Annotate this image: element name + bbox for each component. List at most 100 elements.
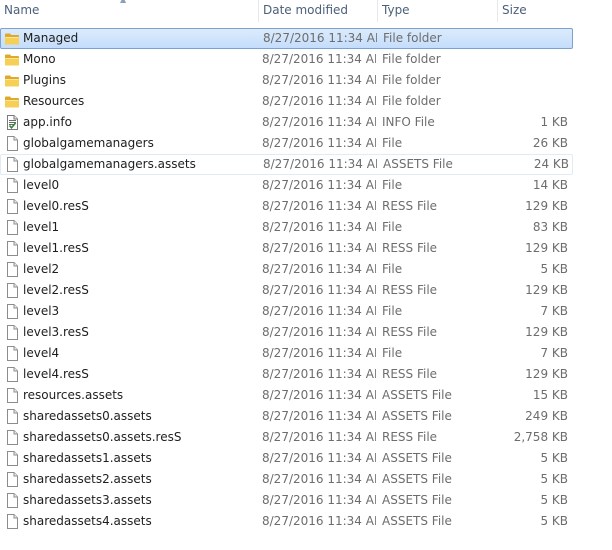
file-icon (4, 430, 20, 445)
file-size: 26 KB (532, 136, 568, 150)
file-icon (4, 514, 20, 529)
file-name: resources.assets (23, 388, 124, 402)
file-type: File folder (382, 52, 441, 66)
file-type: ASSETS File (382, 409, 452, 423)
file-name: sharedassets0.assets.resS (23, 430, 182, 444)
file-type: ASSETS File (382, 493, 452, 507)
file-row[interactable]: level4 8/27/2016 11:34 AM File 7 KB (0, 343, 573, 364)
folder-icon (4, 73, 20, 88)
file-row[interactable]: app.info 8/27/2016 11:34 AM INFO File 1 KB (0, 112, 573, 133)
file-icon (4, 241, 20, 256)
file-name: level2.resS (23, 283, 89, 297)
file-size: 5 KB (540, 451, 568, 465)
date-modified: 8/27/2016 11:34 AM (262, 199, 376, 213)
file-type: INFO File (382, 115, 435, 129)
file-size: 15 KB (532, 388, 568, 402)
date-modified: 8/27/2016 11:34 AM (262, 115, 376, 129)
file-name: level0 (23, 178, 60, 192)
date-modified: 8/27/2016 11:34 AM (262, 472, 376, 486)
file-type: ASSETS File (382, 388, 452, 402)
date-modified: 8/27/2016 11:34 AM (262, 241, 376, 255)
column-header-type[interactable]: Type (377, 0, 496, 22)
file-name: level3 (23, 304, 60, 318)
file-row[interactable]: sharedassets2.assets 8/27/2016 11:34 AM AS… (0, 469, 573, 490)
file-row[interactable]: sharedassets0.assets.resS 8/27/2016 11:34… (0, 427, 573, 448)
date-modified: 8/27/2016 11:34 AM (262, 514, 376, 528)
file-size: 7 KB (540, 304, 568, 318)
file-icon (4, 409, 20, 424)
info-file-icon (4, 115, 20, 130)
file-type: File (382, 262, 403, 276)
file-icon (4, 262, 20, 277)
file-type: ASSETS File (383, 157, 453, 171)
file-row[interactable]: sharedassets0.assets 8/27/2016 11:34 AM AS… (0, 406, 573, 427)
file-size: 129 KB (525, 283, 568, 297)
date-modified: 8/27/2016 11:34 AM (262, 262, 376, 276)
file-row[interactable]: globalgamemanagers.assets 8/27/2016 11:34… (0, 154, 573, 175)
file-type: RESS File (382, 367, 438, 381)
file-type: RESS File (382, 283, 438, 297)
date-modified: 8/27/2016 11:34 AM (263, 157, 377, 171)
file-name: Managed (23, 31, 79, 45)
file-name: Resources (23, 94, 85, 108)
file-row[interactable]: sharedassets1.assets 8/27/2016 11:34 AM AS… (0, 448, 573, 469)
file-name: Plugins (23, 73, 66, 87)
file-type: ASSETS File (382, 472, 452, 486)
column-header-name[interactable]: Name ▲ (0, 0, 257, 22)
folder-row[interactable]: Mono 8/27/2016 11:34 AM File folder (0, 49, 573, 70)
file-name: globalgamemanagers (23, 136, 154, 150)
date-modified: 8/27/2016 11:34 AM (262, 346, 376, 360)
column-header-name-label: Name (4, 3, 40, 17)
file-type: ASSETS File (382, 451, 452, 465)
file-icon (4, 178, 20, 193)
date-modified: 8/27/2016 11:34 AM (262, 430, 376, 444)
file-size: 2,758 KB (513, 430, 568, 444)
column-header-size-label: Size (502, 3, 527, 17)
file-row[interactable]: sharedassets4.assets 8/27/2016 11:34 AM AS… (0, 511, 573, 532)
file-name: Mono (23, 52, 56, 66)
date-modified: 8/27/2016 11:34 AM (262, 451, 376, 465)
file-type: File (382, 304, 403, 318)
file-icon (4, 388, 20, 403)
file-icon (4, 451, 20, 466)
file-size: 5 KB (540, 262, 568, 276)
file-name: level4.resS (23, 367, 89, 381)
folder-row[interactable]: Managed 8/27/2016 11:34 AM File folder (0, 28, 573, 49)
file-size (498, 91, 568, 112)
file-size: 5 KB (540, 514, 568, 528)
file-icon (4, 199, 20, 214)
file-name: level3.resS (23, 325, 89, 339)
file-row[interactable]: level1.resS 8/27/2016 11:34 AM RESS File 12… (0, 238, 573, 259)
file-size: 5 KB (540, 472, 568, 486)
file-name: level1.resS (23, 241, 89, 255)
file-row[interactable]: globalgamemanagers 8/27/2016 11:34 AM File… (0, 133, 573, 154)
file-type: RESS File (382, 325, 438, 339)
file-name: level2 (23, 262, 60, 276)
file-type: File folder (382, 94, 441, 108)
file-row[interactable]: level3.resS 8/27/2016 11:34 AM RESS File 12… (0, 322, 573, 343)
date-modified: 8/27/2016 11:34 AM (262, 304, 376, 318)
file-name: sharedassets4.assets (23, 514, 152, 528)
file-size: 129 KB (525, 367, 568, 381)
date-modified: 8/27/2016 11:34 AM (262, 220, 376, 234)
file-size: 249 KB (525, 409, 568, 423)
file-icon (4, 325, 20, 340)
file-row[interactable]: level2.resS 8/27/2016 11:34 AM RESS File 12… (0, 280, 573, 301)
file-size: 83 KB (532, 220, 568, 234)
file-row[interactable]: level0 8/27/2016 11:34 AM File 14 KB (0, 175, 573, 196)
file-row[interactable]: level1 8/27/2016 11:34 AM File 83 KB (0, 217, 573, 238)
file-row[interactable]: sharedassets3.assets 8/27/2016 11:34 AM AS… (0, 490, 573, 511)
folder-row[interactable]: Plugins 8/27/2016 11:34 AM File folder (0, 70, 573, 91)
file-size: 129 KB (525, 199, 568, 213)
file-row[interactable]: level0.resS 8/27/2016 11:34 AM RESS File 12… (0, 196, 573, 217)
file-row[interactable]: level3 8/27/2016 11:34 AM File 7 KB (0, 301, 573, 322)
file-row[interactable]: level4.resS 8/27/2016 11:34 AM RESS File 12… (0, 364, 573, 385)
column-header-size[interactable]: Size (497, 0, 577, 22)
file-icon (4, 283, 20, 298)
column-header-date[interactable]: Date modified (258, 0, 376, 22)
date-modified: 8/27/2016 11:34 AM (262, 283, 376, 297)
file-row[interactable]: level2 8/27/2016 11:34 AM File 5 KB (0, 259, 573, 280)
file-name: app.info (23, 115, 72, 129)
folder-row[interactable]: Resources 8/27/2016 11:34 AM File folder (0, 91, 573, 112)
file-row[interactable]: resources.assets 8/27/2016 11:34 AM ASSETS… (0, 385, 573, 406)
